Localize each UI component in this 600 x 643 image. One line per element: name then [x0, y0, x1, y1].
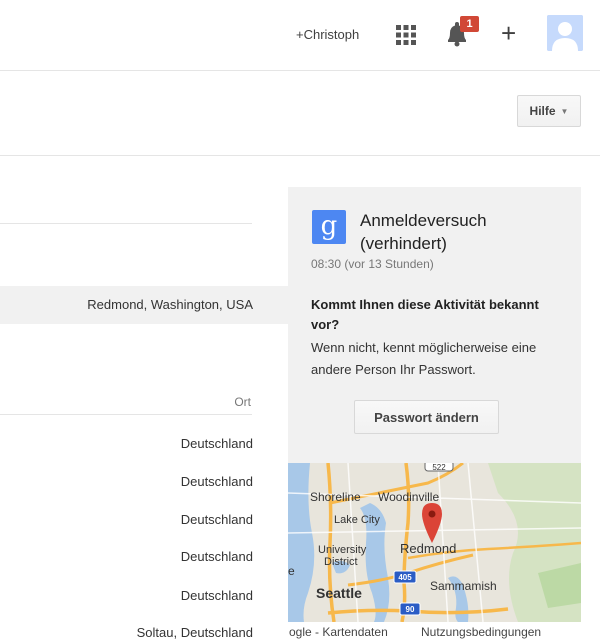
interstate-90-shield: 90 — [399, 602, 421, 616]
activity-question: Kommt Ihnen diese Aktivität bekannt vor? — [311, 297, 539, 332]
map-label-sammamish: Sammamish — [430, 579, 497, 593]
activity-row-location[interactable]: Deutschland — [181, 436, 253, 451]
map-label-university-district-text: University — [318, 544, 367, 556]
activity-row-location[interactable]: Soltau, Deutschland — [137, 625, 253, 640]
divider — [0, 414, 252, 415]
event-timestamp: 08:30 (vor 13 Stunden) — [311, 257, 434, 271]
activity-row-location[interactable]: Deutschland — [181, 588, 253, 603]
map-footer: ogle - Kartendaten Nutzungsbedingungen — [288, 622, 581, 643]
map-label-woodinville: Woodinville — [378, 490, 439, 504]
map-label-university-district-line2: District — [324, 556, 358, 568]
highway-522-shield: 522 — [424, 463, 454, 472]
location-map[interactable]: 522 405 90 Shoreline Woodinville Lake Ci… — [288, 463, 581, 622]
help-dropdown-button[interactable]: Hilfe ▼ — [517, 95, 581, 127]
activity-row-location[interactable]: Deutschland — [181, 549, 253, 564]
notification-count-badge: 1 — [460, 16, 479, 32]
selected-activity-location: Redmond, Washington, USA — [87, 297, 253, 312]
map-terms-link[interactable]: Nutzungsbedingungen — [421, 625, 541, 639]
interstate-405-shield: 405 — [393, 570, 417, 584]
activity-row-location[interactable]: Deutschland — [181, 512, 253, 527]
google-logo-icon: g — [312, 210, 346, 244]
help-button-label: Hilfe — [529, 104, 556, 118]
divider — [0, 223, 252, 224]
map-label-lake-city: Lake City — [334, 514, 380, 526]
share-plus-icon[interactable]: + — [501, 20, 516, 46]
map-data-credit[interactable]: ogle - Kartendaten — [289, 625, 388, 639]
activity-explanation: Wenn nicht, kennt möglicherweise eine an… — [311, 340, 537, 377]
change-password-button[interactable]: Passwort ändern — [354, 400, 499, 434]
avatar[interactable] — [547, 15, 583, 51]
interstate-90-label: 90 — [406, 605, 415, 614]
activity-row-location[interactable]: Deutschland — [181, 474, 253, 489]
apps-grid-icon[interactable] — [396, 25, 416, 45]
event-title: Anmeldeversuch (verhindert) — [360, 211, 487, 253]
map-label-redmond: Redmond — [400, 541, 456, 556]
interstate-405-label: 405 — [398, 573, 412, 582]
secondary-toolbar — [0, 71, 600, 156]
map-label-shoreline: Shoreline — [310, 490, 361, 504]
user-profile-link[interactable]: +Christoph — [296, 27, 359, 42]
map-label-seattle: Seattle — [316, 585, 362, 601]
chevron-down-icon: ▼ — [560, 106, 569, 116]
highway-522-label: 522 — [432, 463, 446, 472]
column-header-location: Ort — [234, 395, 251, 409]
map-label-edge-letter: e — [288, 564, 295, 578]
